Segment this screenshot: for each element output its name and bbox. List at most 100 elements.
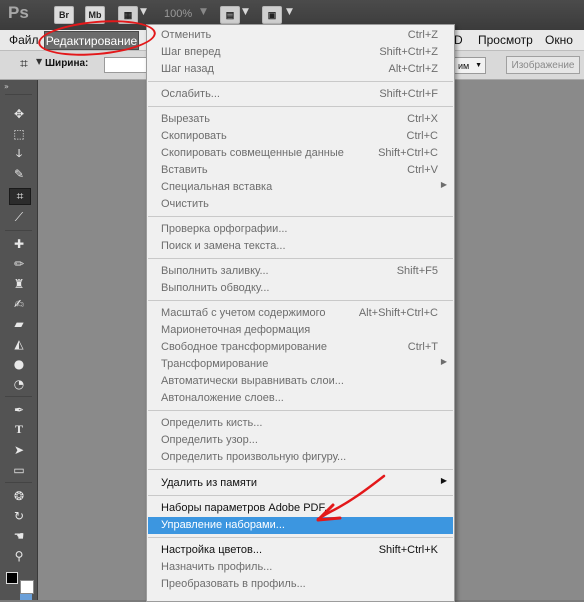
clone-stamp-tool-icon[interactable]: ♜ [9,276,29,291]
menu-item-shortcut: Ctrl+V [407,164,438,176]
menu-item-define-pattern[interactable]: Определить узор... [148,432,453,449]
front-image-button[interactable]: Изображение [506,56,580,74]
menu-item-label: Марионеточная деформация [161,324,311,336]
chevron-down-icon[interactable]: ▼ [286,7,293,17]
menu-item-shortcut: Alt+Ctrl+Z [388,63,438,75]
menu-item-find-replace[interactable]: Поиск и замена текста... [148,238,453,255]
dodge-tool-icon[interactable]: ◔ [9,376,29,391]
menu-item-stroke[interactable]: Выполнить обводку... [148,280,453,297]
chevron-down-icon[interactable]: ▼ [140,7,147,17]
move-tool-icon[interactable]: ✥ [9,106,29,121]
menu-3d[interactable]: D [454,33,463,47]
menu-item-copy[interactable]: Скопировать Ctrl+C [148,128,453,145]
menu-item-shortcut: Ctrl+T [407,341,438,353]
menu-item-label: Вырезать [161,113,210,125]
bridge-icon[interactable]: Br [54,6,74,24]
collapse-icon[interactable]: » [4,82,9,91]
path-selection-tool-icon[interactable]: ➤ [9,442,29,457]
healing-brush-tool-icon[interactable]: ✚ [9,236,29,251]
menu-item-step-back[interactable]: Шаг назад Alt+Ctrl+Z [148,61,453,78]
menu-item-copy-merged[interactable]: Скопировать совмещенные данные Shift+Ctr… [148,145,453,162]
quick-selection-tool-icon[interactable]: ✎ [9,166,29,181]
eyedropper-tool-icon[interactable]: ⟋ [9,210,29,225]
3d-orbit-tool-icon[interactable]: ↻ [9,508,29,523]
menu-item-convert-profile[interactable]: Преобразовать в профиль... [148,576,453,593]
divider [5,396,32,397]
foreground-color-swatch[interactable] [6,572,18,584]
pen-tool-icon[interactable]: ✒ [9,402,29,417]
zoom-level[interactable]: 100% [164,8,192,20]
menu-item-shortcut: Shift+Ctrl+K [378,544,438,556]
menu-item-paste-special[interactable]: Специальная вставка ▶ [148,179,453,196]
menu-separator [148,495,453,496]
menu-item-label: Управление наборами... [161,519,285,531]
menu-item-content-aware-scale[interactable]: Масштаб с учетом содержимого Alt+Shift+C… [148,305,453,322]
hand-tool-icon[interactable]: ☚ [9,528,29,543]
menu-item-pdf-presets[interactable]: Наборы параметров Adobe PDF... [148,500,453,517]
edit-menu-dropdown: Отменить Ctrl+Z Шаг вперед Shift+Ctrl+Z … [146,24,455,602]
menu-separator [148,216,453,217]
menu-item-label: Назначить профиль... [161,561,273,573]
photoshop-logo: Ps [8,3,29,22]
chevron-down-icon[interactable]: ▼ [242,7,249,17]
menu-file[interactable]: Файл [9,33,39,47]
menu-item-define-brush[interactable]: Определить кисть... [148,415,453,432]
blur-tool-icon[interactable]: ● [9,356,29,371]
menu-item-label: Определить произвольную фигуру... [161,451,347,463]
menu-item-step-forward[interactable]: Шаг вперед Shift+Ctrl+Z [148,44,453,61]
submenu-arrow-icon: ▶ [440,476,447,485]
menu-item-label: Выполнить заливку... [161,265,269,277]
width-field[interactable] [104,57,150,73]
menu-item-auto-align[interactable]: Автоматически выравнивать слои... [148,373,453,390]
menu-item-label: Отменить [161,29,212,41]
zoom-tool-icon[interactable]: ⚲ [9,548,29,563]
menu-item-spelling[interactable]: Проверка орфографии... [148,221,453,238]
menu-item-label: Масштаб с учетом содержимого [161,307,326,319]
type-tool-icon[interactable]: T [9,422,29,437]
menu-item-puppet-warp[interactable]: Марионеточная деформация [148,322,453,339]
history-brush-tool-icon[interactable]: ✍ [9,296,29,311]
3d-rotate-tool-icon[interactable]: ❂ [9,488,29,503]
chevron-down-icon[interactable]: ▼ [36,57,42,66]
menu-item-free-transform[interactable]: Свободное трансформирование Ctrl+T [148,339,453,356]
menu-item-preset-manager[interactable]: Управление наборами... [148,517,453,534]
eraser-tool-icon[interactable]: ▰ [9,316,29,331]
menu-item-define-shape[interactable]: Определить произвольную фигуру... [148,449,453,466]
tools-panel: » ✥ ⬚ ↆ ✎ ⌗ ⟋ ✚ ✏ ♜ ✍ ▰ ◭ ● ◔ ✒ T ➤ ▭ ❂ … [0,80,38,600]
menu-item-label: Наборы параметров Adobe PDF... [161,502,334,514]
menu-item-purge[interactable]: Удалить из памяти ▶ [148,475,453,492]
crop-tool-icon[interactable]: ⌗ [9,188,31,205]
menu-item-shortcut: Ctrl+X [407,113,438,125]
menu-item-color-settings[interactable]: Настройка цветов... Shift+Ctrl+K [148,542,453,559]
paint-bucket-tool-icon[interactable]: ◭ [9,336,29,351]
marquee-tool-icon[interactable]: ⬚ [9,126,29,141]
arrange-documents-icon[interactable]: ▤ [220,6,240,24]
screen-mode-icon[interactable]: ▣ [262,6,282,24]
menu-item-transform[interactable]: Трансформирование ▶ [148,356,453,373]
menu-item-auto-blend[interactable]: Автоналожение слоев... [148,390,453,407]
crop-icon[interactable]: ⌗ [20,56,28,72]
menu-item-paste[interactable]: Вставить Ctrl+V [148,162,453,179]
menu-item-label: Автоматически выравнивать слои... [161,375,344,387]
resolution-unit-select[interactable]: им ▼ [454,57,486,74]
menu-separator [148,81,453,82]
menu-item-fill[interactable]: Выполнить заливку... Shift+F5 [148,263,453,280]
rectangle-tool-icon[interactable]: ▭ [9,462,29,477]
brush-tool-icon[interactable]: ✏ [9,256,29,271]
menu-window[interactable]: Окно [545,33,573,47]
menu-item-label: Специальная вставка [161,181,273,193]
menu-item-cut[interactable]: Вырезать Ctrl+X [148,111,453,128]
menu-item-label: Автоналожение слоев... [161,392,284,404]
background-color-swatch[interactable] [20,580,34,594]
menu-item-shortcut: Ctrl+C [406,130,438,142]
menu-item-undo[interactable]: Отменить Ctrl+Z [148,27,453,44]
quick-mask-icon[interactable] [20,594,32,600]
chevron-down-icon[interactable]: ▼ [200,7,207,17]
menu-separator [148,258,453,259]
menu-view[interactable]: Просмотр [478,33,533,47]
menu-item-fade[interactable]: Ослабить... Shift+Ctrl+F [148,86,453,103]
menu-item-clear[interactable]: Очистить [148,196,453,213]
divider [5,94,32,95]
lasso-tool-icon[interactable]: ↆ [9,146,29,161]
menu-item-assign-profile[interactable]: Назначить профиль... [148,559,453,576]
